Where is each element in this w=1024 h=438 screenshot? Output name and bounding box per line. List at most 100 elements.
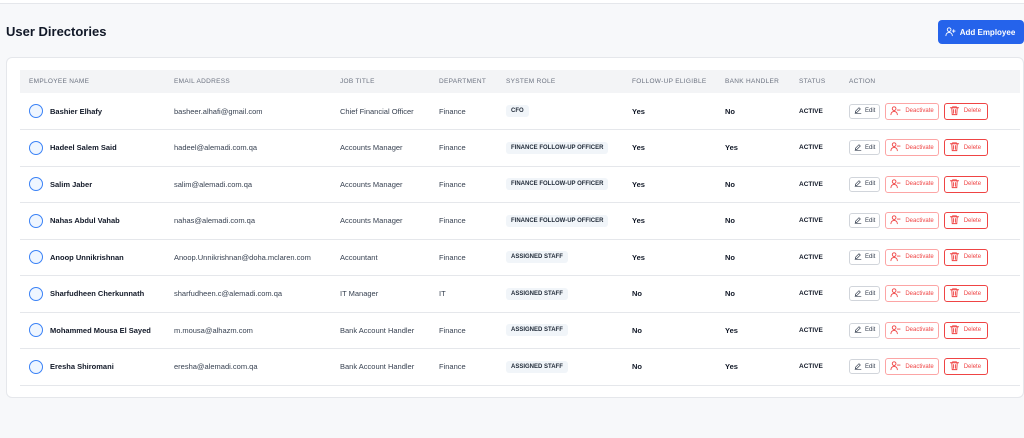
edit-button[interactable]: Edit bbox=[849, 103, 881, 119]
role-badge: FINANCE FOLLOW-UP OFFICER bbox=[506, 178, 609, 191]
system-role-cell: CFO bbox=[497, 93, 623, 130]
edit-button[interactable]: Edit bbox=[849, 140, 881, 156]
system-role-cell: ASSIGNED STAFF bbox=[497, 276, 623, 313]
delete-button[interactable]: Delete bbox=[943, 102, 989, 120]
delete-button[interactable]: Delete bbox=[943, 358, 989, 376]
delete-label: Delete bbox=[963, 181, 982, 188]
role-badge: FINANCE FOLLOW-UP OFFICER bbox=[506, 141, 609, 154]
email-cell: m.mousa@alhazm.com bbox=[174, 325, 253, 335]
trash-icon bbox=[949, 251, 960, 264]
bank-handler-cell: Yes bbox=[725, 362, 738, 372]
followup-cell: Yes bbox=[632, 106, 645, 116]
job-title-cell: Bank Account Handler bbox=[340, 362, 415, 372]
employee-name: Nahas Abdul Vahab bbox=[50, 216, 120, 226]
delete-button[interactable]: Delete bbox=[943, 139, 989, 157]
add-employee-button[interactable]: Add Employee bbox=[938, 20, 1024, 44]
bank-handler-cell: No bbox=[725, 179, 735, 189]
deactivate-button[interactable]: Deactivate bbox=[885, 175, 939, 193]
edit-button[interactable]: Edit bbox=[849, 249, 881, 265]
delete-label: Delete bbox=[963, 290, 982, 297]
followup-cell: No bbox=[632, 362, 642, 372]
table-row: Hadeel Salem Said hadeel@alemadi.com.qa Ac… bbox=[20, 130, 1020, 167]
pencil-icon bbox=[854, 289, 862, 299]
status-cell: ACTIVE bbox=[799, 217, 823, 225]
deactivate-label: Deactivate bbox=[905, 327, 934, 334]
action-cell: Edit Deactivate Delete bbox=[840, 349, 1020, 386]
employee-name: Anoop Unnikrishnan bbox=[50, 252, 124, 262]
followup-cell: Yes bbox=[632, 216, 645, 226]
trash-icon bbox=[949, 214, 960, 227]
department-cell: Finance bbox=[439, 106, 466, 116]
edit-label: Edit bbox=[865, 181, 876, 188]
bank-handler-cell: Yes bbox=[725, 143, 738, 153]
employee-name-cell: Hadeel Salem Said bbox=[20, 130, 165, 167]
followup-cell: No bbox=[632, 325, 642, 335]
bank-handler-cell: No bbox=[725, 289, 735, 299]
avatar-icon bbox=[29, 323, 43, 338]
department-cell: Finance bbox=[439, 179, 466, 189]
job-title-cell: Accounts Manager bbox=[340, 216, 403, 226]
employee-table: EMPLOYEE NAME EMAIL ADDRESS JOB TITLE DEPAR… bbox=[20, 70, 1020, 386]
delete-button[interactable]: Delete bbox=[943, 321, 989, 339]
role-badge: ASSIGNED STAFF bbox=[506, 324, 568, 337]
deactivate-button[interactable]: Deactivate bbox=[885, 321, 939, 339]
trash-icon bbox=[949, 178, 960, 191]
edit-label: Edit bbox=[865, 363, 876, 370]
employee-name: Sharfudheen Cherkunnath bbox=[50, 289, 145, 299]
email-cell: hadeel@alemadi.com.qa bbox=[174, 143, 258, 153]
employee-name-cell: Salim Jaber bbox=[20, 166, 165, 203]
deactivate-button[interactable]: Deactivate bbox=[885, 358, 939, 376]
deactivate-button[interactable]: Deactivate bbox=[885, 212, 939, 230]
deactivate-label: Deactivate bbox=[905, 217, 934, 224]
edit-button[interactable]: Edit bbox=[849, 176, 881, 192]
pencil-icon bbox=[854, 252, 862, 262]
edit-button[interactable]: Edit bbox=[849, 359, 881, 375]
employee-name-cell: Bashier Elhafy bbox=[20, 93, 165, 130]
avatar-icon bbox=[29, 213, 43, 228]
delete-button[interactable]: Delete bbox=[943, 212, 989, 230]
system-role-cell: ASSIGNED STAFF bbox=[497, 239, 623, 276]
trash-icon bbox=[949, 141, 960, 154]
status-cell: ACTIVE bbox=[799, 363, 823, 371]
email-cell: sharfudheen.c@alemadi.com.qa bbox=[174, 289, 283, 299]
column-header: STATUS bbox=[799, 78, 826, 85]
delete-button[interactable]: Delete bbox=[943, 285, 989, 303]
employee-name: Eresha Shiromani bbox=[50, 362, 114, 372]
email-cell: Anoop.Unnikrishnan@doha.mclaren.com bbox=[174, 252, 311, 262]
edit-button[interactable]: Edit bbox=[849, 322, 881, 338]
job-title-cell: Bank Account Handler bbox=[340, 325, 415, 335]
table-row: Salim Jaber salim@alemadi.com.qa Accounts … bbox=[20, 166, 1020, 203]
deactivate-button[interactable]: Deactivate bbox=[885, 139, 939, 157]
trash-icon bbox=[949, 360, 960, 373]
action-cell: Edit Deactivate Delete bbox=[840, 276, 1020, 313]
add-employee-label: Add Employee bbox=[959, 27, 1016, 37]
deactivate-button[interactable]: Deactivate bbox=[885, 248, 939, 266]
table-row: Sharfudheen Cherkunnath sharfudheen.c@ale… bbox=[20, 276, 1020, 313]
delete-label: Delete bbox=[963, 144, 982, 151]
email-cell: basheer.alhafi@gmail.com bbox=[174, 106, 263, 116]
action-cell: Edit Deactivate Delete bbox=[840, 312, 1020, 349]
role-badge: FINANCE FOLLOW-UP OFFICER bbox=[506, 214, 609, 227]
edit-button[interactable]: Edit bbox=[849, 286, 881, 302]
edit-label: Edit bbox=[865, 254, 876, 261]
deactivate-label: Deactivate bbox=[905, 108, 934, 114]
employee-name-cell: Sharfudheen Cherkunnath bbox=[20, 276, 165, 313]
delete-button[interactable]: Delete bbox=[943, 175, 989, 193]
delete-label: Delete bbox=[963, 108, 982, 114]
deactivate-label: Deactivate bbox=[905, 144, 934, 151]
bank-handler-cell: No bbox=[725, 252, 735, 262]
status-cell: ACTIVE bbox=[799, 290, 823, 298]
system-role-cell: ASSIGNED STAFF bbox=[497, 349, 623, 386]
edit-button[interactable]: Edit bbox=[849, 213, 881, 229]
deactivate-button[interactable]: Deactivate bbox=[885, 285, 939, 303]
column-header: BANK HANDLER bbox=[725, 78, 780, 85]
delete-button[interactable]: Delete bbox=[943, 248, 989, 266]
deactivate-label: Deactivate bbox=[905, 181, 934, 188]
avatar-icon bbox=[29, 140, 43, 155]
bank-handler-cell: No bbox=[725, 106, 735, 116]
deactivate-button[interactable]: Deactivate bbox=[885, 102, 939, 120]
table-header: EMPLOYEE NAME EMAIL ADDRESS JOB TITLE DEPAR… bbox=[20, 70, 1020, 93]
department-cell: Finance bbox=[439, 216, 466, 226]
table-row: Bashier Elhafy basheer.alhafi@gmail.com Ch… bbox=[20, 93, 1020, 130]
system-role-cell: FINANCE FOLLOW-UP OFFICER bbox=[497, 130, 623, 167]
